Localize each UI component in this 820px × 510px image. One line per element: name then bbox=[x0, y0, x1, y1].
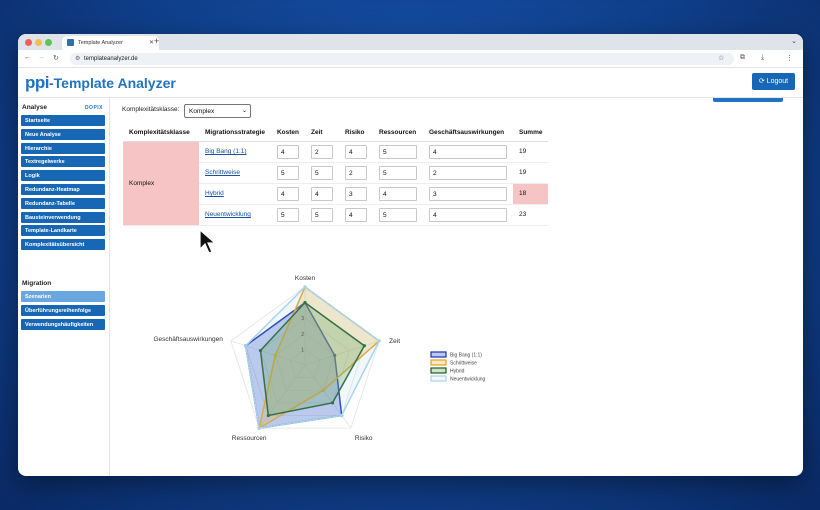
radar-series-3 bbox=[244, 286, 381, 429]
radar-point bbox=[340, 413, 344, 418]
radar-axis-label: Kosten bbox=[295, 275, 316, 282]
legend-swatch bbox=[430, 359, 447, 366]
legend-label: Big Bang (1:1) bbox=[450, 353, 482, 359]
radar-tick-label: 2 bbox=[301, 332, 304, 338]
radar-chart: 1 2 3 Kosten Zeit Risiko Ressourcen Geschäftsau… bbox=[153, 275, 486, 442]
legend-swatch bbox=[430, 367, 447, 374]
legend-swatch bbox=[430, 375, 447, 382]
radar-point bbox=[377, 339, 381, 343]
radar-axis-label: Ressourcen bbox=[232, 435, 267, 442]
legend-label: Hybrid bbox=[450, 369, 465, 375]
legend-label: Neuentwicklung bbox=[450, 377, 486, 383]
radar-tick-label: 3 bbox=[301, 316, 304, 322]
mouse-cursor-icon bbox=[199, 229, 217, 254]
radar-point bbox=[303, 285, 307, 289]
legend-swatch bbox=[430, 351, 447, 358]
radar-tick-label: 1 bbox=[301, 347, 304, 353]
radar-point bbox=[257, 426, 261, 430]
radar-point bbox=[244, 344, 248, 348]
radar-axis-label: Risiko bbox=[355, 435, 373, 442]
radar-axis-label: Zeit bbox=[389, 338, 400, 345]
radar-axis-label: Geschäftsauswirkungen bbox=[153, 336, 223, 343]
legend-label: Schrittweise bbox=[450, 361, 477, 367]
